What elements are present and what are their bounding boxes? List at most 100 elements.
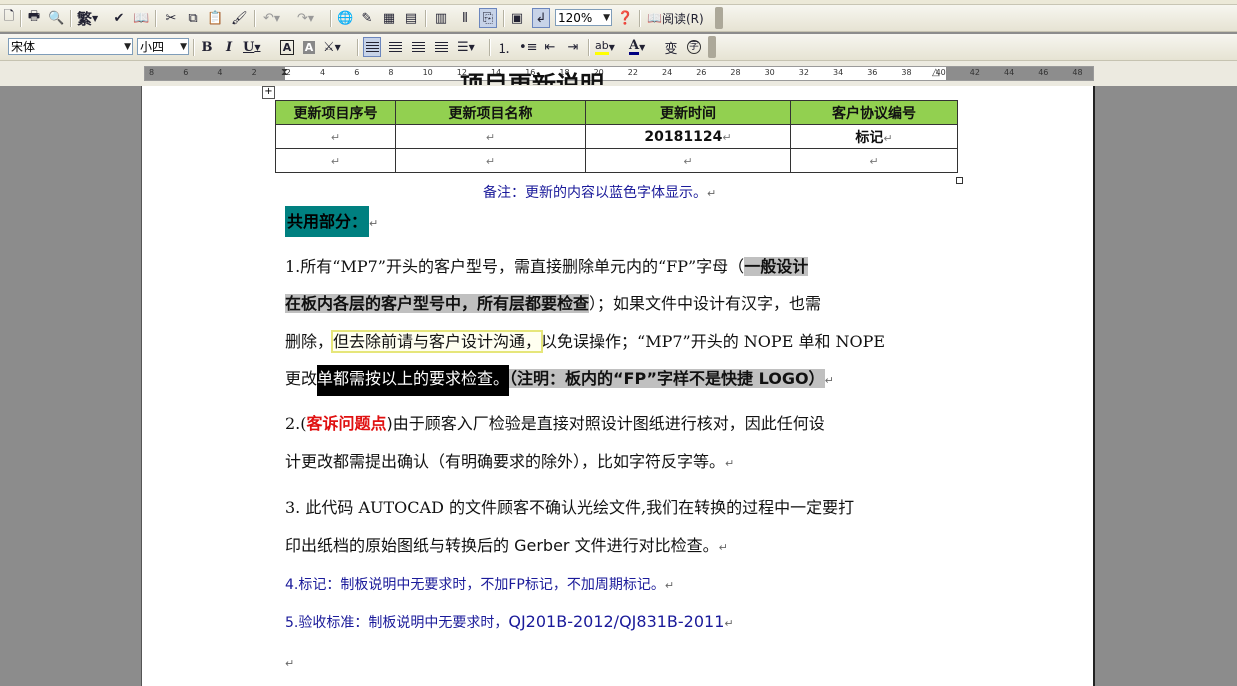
paragraph-mark: ↵: [724, 617, 734, 630]
p1-emphasis: 一般设计: [744, 257, 809, 276]
cell-end-mark: ↵: [722, 130, 732, 144]
numbering-icon[interactable]: ⒈: [495, 37, 513, 57]
empty-paragraph[interactable]: ↵: [285, 656, 294, 670]
align-justify-button[interactable]: [363, 37, 381, 57]
table-cell[interactable]: ↵: [585, 148, 791, 173]
document-title: 项目更新说明: [460, 70, 604, 85]
table-cell[interactable]: 20181124↵: [585, 124, 791, 149]
paragraph-mark: ↵: [285, 657, 295, 670]
cell-text: 标记: [855, 129, 884, 146]
toolbar-separator: [330, 10, 332, 27]
font-name-value: 宋体: [11, 40, 36, 54]
paste-icon[interactable]: 📋: [206, 8, 224, 28]
font-size-combo[interactable]: 小四 ▼: [137, 38, 189, 55]
insert-table-icon[interactable]: ▦: [380, 8, 398, 28]
p4-line: 4.标记：制板说明中无要求时，不加FP标记，不加周期标记。↵: [285, 575, 674, 596]
undo-icon[interactable]: ↶ ▼: [262, 8, 281, 28]
drawing-icon[interactable]: ⫴: [456, 8, 474, 28]
p3-text: 3. 此代码 AUTOCAD 的文件顾客不确认光绘文件,我们在转换的过程中一定要…: [285, 498, 855, 517]
font-name-combo[interactable]: 宋体 ▼: [8, 38, 133, 55]
table-cell[interactable]: ↵: [275, 148, 396, 173]
reading-layout-button[interactable]: 📖 阅读(R): [646, 8, 705, 28]
cell-text: 20181124: [644, 128, 723, 145]
table-cell[interactable]: ↵: [395, 148, 586, 173]
cut-icon[interactable]: ✂: [162, 8, 180, 28]
phonetic-guide-button[interactable]: 变: [662, 37, 680, 57]
p3-line-2: 印出纸档的原始图纸与转换后的 Gerber 文件进行对比检查。↵: [285, 535, 728, 559]
traditional-convert-button[interactable]: 繁 ▼: [76, 8, 99, 28]
paragraph-mark: ↵: [664, 579, 675, 592]
char-scaling-icon[interactable]: ⚔ ▼: [322, 37, 342, 57]
table-header-cell[interactable]: 更新时间: [585, 100, 791, 125]
toolbar-options-handle[interactable]: [708, 36, 716, 58]
cell-end-mark: ↵: [330, 130, 341, 144]
toolbar-separator: [503, 10, 505, 27]
toolbar-options-handle[interactable]: [715, 7, 723, 29]
print-preview-icon[interactable]: 🔍: [47, 8, 65, 28]
highlight-button[interactable]: ab ▼: [594, 37, 616, 57]
italic-button[interactable]: I: [220, 37, 238, 57]
show-hide-icon[interactable]: ▣: [508, 8, 526, 28]
columns-icon[interactable]: ▥: [432, 8, 450, 28]
cell-end-mark: ↵: [869, 154, 879, 168]
char-shading-button[interactable]: A: [300, 37, 318, 57]
align-right-button[interactable]: [409, 37, 427, 57]
cell-end-mark: ↵: [330, 154, 341, 168]
insert-excel-icon[interactable]: ▤: [402, 8, 420, 28]
spellcheck-icon[interactable]: ✔: [110, 8, 128, 28]
zoom-combo[interactable]: 120% ▼: [555, 9, 612, 26]
standard-toolbar: 🗋 🖶 🔍 繁 ▼ ✔ 📖 ✂ ⧉ 📋 🖌 ↶ ▼ ↷ ▼ 🌐 ✎ ▦ ▤ ▥ ⫴ ⎘…: [0, 5, 1237, 32]
update-table[interactable]: 更新项目序号 更新项目名称 更新时间 客户协议编号 ↵ ↵ 20181124↵ …: [275, 100, 958, 173]
distributed-button[interactable]: [432, 37, 450, 57]
table-header-cell[interactable]: 客户协议编号: [790, 100, 958, 125]
table-header-cell[interactable]: 更新项目名称: [395, 100, 586, 125]
underline-button[interactable]: U ▼: [242, 37, 262, 57]
toolbar-separator: [425, 10, 427, 27]
enclose-chars-button[interactable]: 字: [685, 37, 703, 57]
p1-line-1: 1.所有“MP7”开头的客户型号，需直接删除单元内的“FP”字母（一般设计: [285, 256, 809, 278]
p1-text: 更改: [285, 369, 318, 388]
new-doc-icon[interactable]: 🗋: [0, 8, 18, 28]
table-move-handle-icon[interactable]: +: [262, 86, 275, 99]
ruler-tick-label: 42: [969, 68, 980, 77]
toolbar-separator: [20, 10, 22, 27]
document-map-icon[interactable]: ⎘: [479, 8, 497, 28]
hyperlink-icon[interactable]: 🌐: [336, 8, 354, 28]
ruler-tick-label: 48: [1072, 68, 1083, 77]
toolbar-separator: [193, 39, 195, 56]
copy-icon[interactable]: ⧉: [184, 8, 202, 28]
bold-button[interactable]: B: [198, 37, 216, 57]
p1-boxed-text: 但去除前请与客户设计沟通，: [331, 330, 544, 353]
increase-indent-icon[interactable]: ⇥: [564, 37, 582, 57]
p2-text: 2.(: [285, 414, 307, 433]
bullets-icon[interactable]: •≡: [518, 37, 539, 57]
char-border-button[interactable]: A: [278, 37, 296, 57]
paragraph-mark-icon[interactable]: ↲: [532, 8, 550, 28]
paragraph-mark: ↵: [707, 187, 717, 200]
p1-text: 1.所有“MP7”开头的客户型号，需直接删除单元内的“FP”字母（: [285, 257, 745, 276]
table-resize-handle[interactable]: [956, 177, 963, 184]
format-painter-icon[interactable]: 🖌: [230, 8, 249, 28]
table-cell[interactable]: ↵: [275, 124, 396, 149]
table-row: ↵ ↵ 20181124↵ 标记↵: [275, 124, 958, 149]
decrease-indent-icon[interactable]: ⇤: [541, 37, 559, 57]
ruler-tick-label: 46: [1038, 68, 1049, 77]
table-cell[interactable]: ↵: [790, 148, 958, 173]
selected-text[interactable]: 单都需按以上的要求检查。: [317, 365, 510, 396]
help-icon[interactable]: ❓: [616, 8, 634, 28]
p5-line: 5.验收标准：制板说明中无要求时，QJ201B-2012/QJ831B-2011…: [285, 612, 734, 634]
tables-borders-icon[interactable]: ✎: [358, 8, 376, 28]
p5-text: 5.验收标准：制板说明中无要求时，: [285, 615, 509, 631]
align-center-button[interactable]: [386, 37, 404, 57]
font-color-button[interactable]: A ▼: [628, 37, 646, 57]
char-border-icon: A: [279, 39, 295, 55]
print-icon[interactable]: 🖶: [25, 8, 43, 28]
chevron-down-icon: ▼: [603, 13, 610, 23]
table-header-cell[interactable]: 更新项目序号: [275, 100, 396, 125]
table-header-row: 更新项目序号 更新项目名称 更新时间 客户协议编号: [275, 100, 958, 125]
line-spacing-icon[interactable]: ☰ ▼: [456, 37, 476, 57]
redo-icon[interactable]: ↷ ▼: [296, 8, 315, 28]
research-icon[interactable]: 📖: [132, 8, 150, 28]
table-cell[interactable]: 标记↵: [790, 124, 958, 149]
table-cell[interactable]: ↵: [395, 124, 586, 149]
